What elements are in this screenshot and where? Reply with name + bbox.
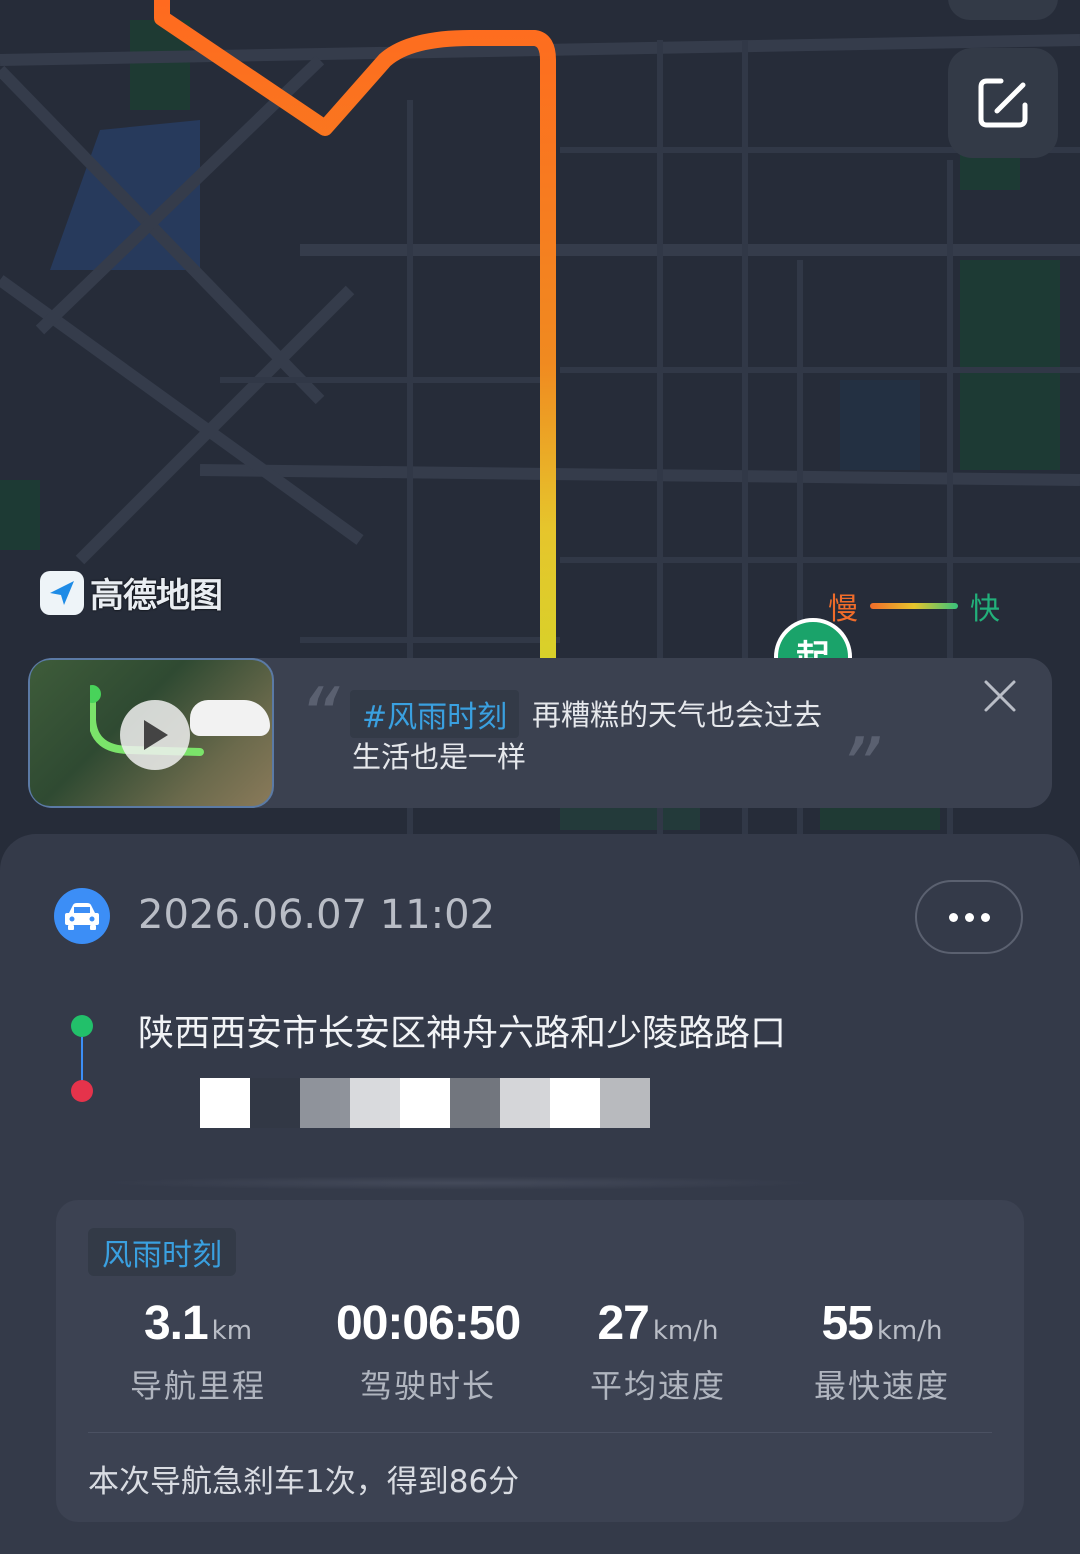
legend-gradient-bar <box>870 603 958 609</box>
stats-tag[interactable]: 风雨时刻 <box>88 1228 236 1276</box>
more-dot <box>948 912 958 922</box>
open-quote-icon: “ <box>298 671 340 764</box>
close-icon[interactable] <box>982 678 1018 714</box>
stat-label: 最快速度 <box>813 1367 950 1405</box>
stat-value: 55 <box>821 1297 873 1350</box>
section-divider <box>100 1176 820 1190</box>
amap-logo-icon <box>40 570 84 615</box>
more-dot <box>964 912 974 922</box>
stat-unit: km <box>211 1316 253 1346</box>
more-options-button[interactable] <box>915 880 1023 954</box>
stat-label: 驾驶时长 <box>359 1367 496 1405</box>
close-quote-icon: ” <box>838 721 880 808</box>
amap-logo: 高德地图 <box>40 568 223 617</box>
driving-score-summary: 本次导航急刹车1次，得到86分 <box>88 1464 520 1500</box>
banner-text-line1: 再糟糕的天气也会过去 <box>532 698 823 732</box>
destination-address-redacted <box>200 1078 650 1128</box>
edit-icon <box>978 78 1028 128</box>
map-tool-button[interactable] <box>948 0 1058 20</box>
stat-value: 27 <box>597 1297 649 1350</box>
stat-label: 平均速度 <box>589 1367 726 1405</box>
car-icon <box>54 888 110 944</box>
amap-brand-text: 高德地图 <box>90 576 223 616</box>
play-icon[interactable] <box>120 700 190 770</box>
video-thumbnail[interactable] <box>28 658 274 808</box>
legend-slow: 慢 <box>828 592 858 627</box>
stat-max-speed: 55 km/h 最快速度 <box>800 1296 964 1407</box>
stat-duration: 00:06:50 驾驶时长 <box>336 1296 521 1407</box>
stat-value: 3.1 <box>143 1297 209 1350</box>
legend-fast: 快 <box>970 592 1000 627</box>
edit-button[interactable] <box>948 48 1058 158</box>
more-dot <box>980 912 990 922</box>
stat-label: 导航里程 <box>129 1367 266 1405</box>
trip-stats-panel: 风雨时刻 3.1 km 导航里程 00:06:50 驾驶时长 27 km/h 平均速… <box>56 1200 1024 1522</box>
stat-distance: 3.1 km 导航里程 <box>126 1296 270 1407</box>
stat-avg-speed: 27 km/h 平均速度 <box>576 1296 740 1407</box>
route-connector <box>81 1037 83 1081</box>
car-thumbnail-icon <box>190 700 270 736</box>
weather-banner[interactable]: “ ” #风雨时刻 再糟糕的天气也会过去 生活也是一样 <box>28 658 1052 808</box>
stats-divider <box>88 1432 992 1433</box>
trip-datetime: 2026.06.07 11:02 <box>138 892 496 938</box>
stat-unit: km/h <box>652 1316 719 1346</box>
start-point-icon <box>71 1015 93 1037</box>
stat-value: 00:06:50 <box>336 1297 521 1350</box>
start-address: 陕西西安市长安区神舟六路和少陵路路口 <box>138 1013 787 1054</box>
banner-text-line2: 生活也是一样 <box>352 740 527 774</box>
speed-legend: 慢 快 <box>828 584 1000 628</box>
stat-unit: km/h <box>876 1316 943 1346</box>
end-point-icon <box>71 1080 93 1102</box>
banner-hashtag[interactable]: #风雨时刻 <box>350 690 520 738</box>
